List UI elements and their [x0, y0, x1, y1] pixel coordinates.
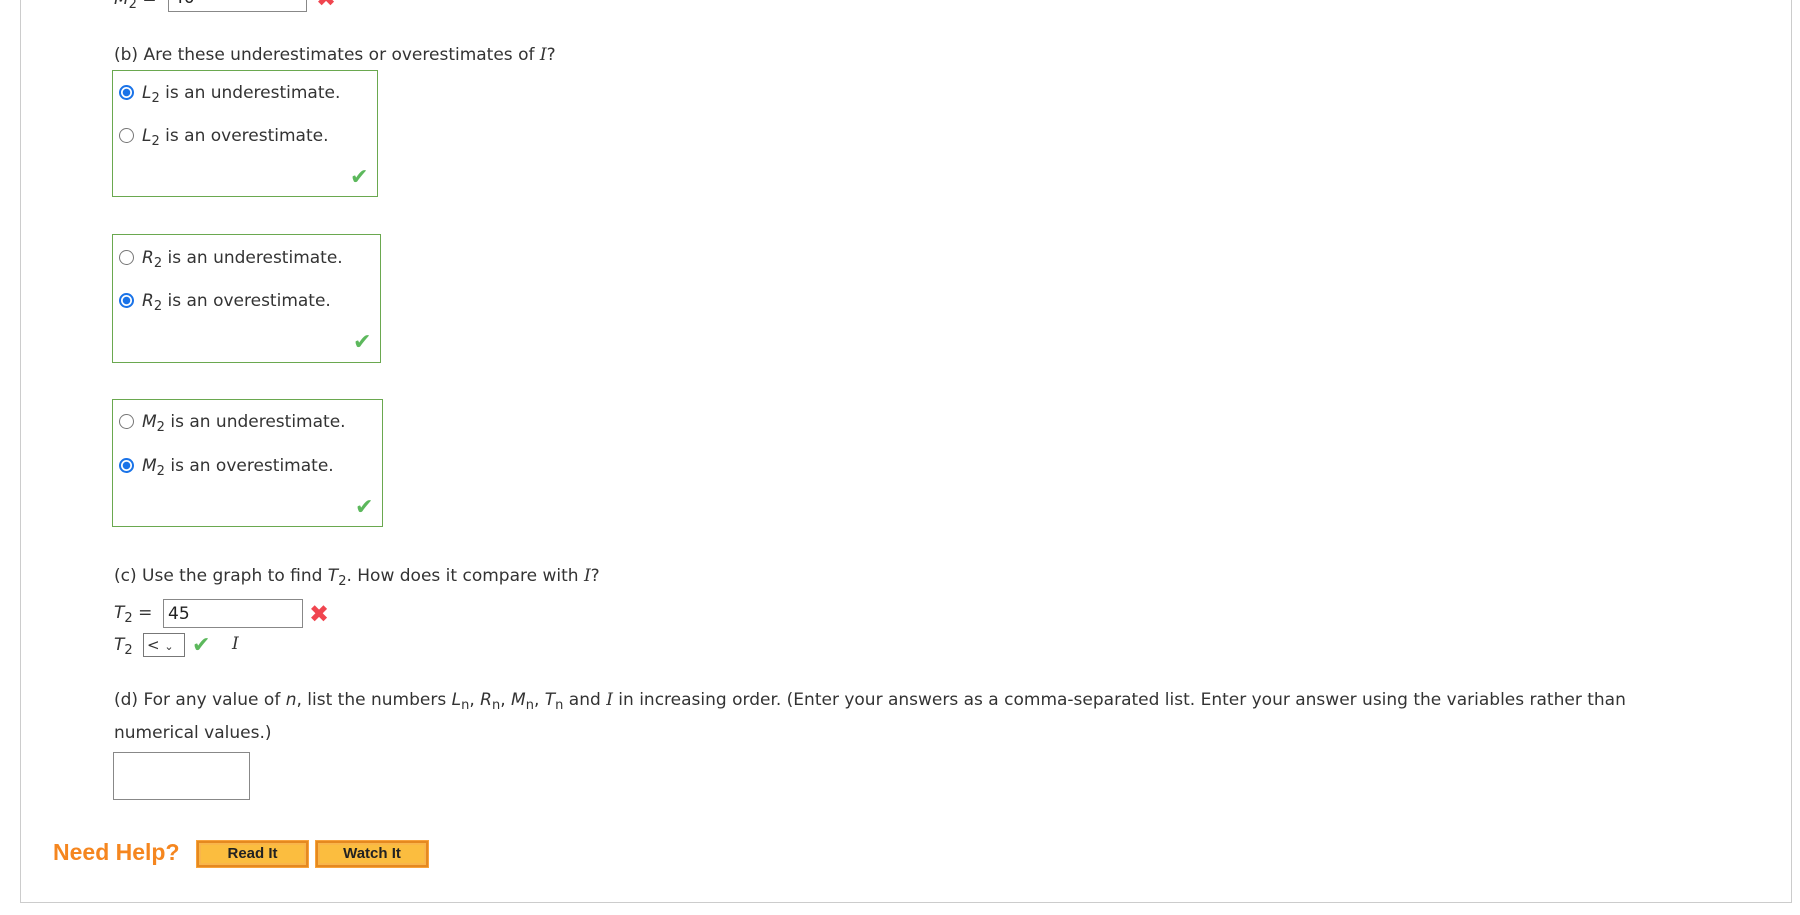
var: M: [142, 456, 157, 476]
correct-check-icon: ✔: [350, 165, 369, 190]
var: R: [142, 248, 154, 268]
var: R: [142, 291, 154, 311]
need-help-label: Need Help?: [53, 839, 180, 865]
sub: 2: [156, 464, 165, 479]
text: and: [563, 690, 607, 710]
correct-check-icon: ✔: [355, 495, 374, 520]
selected-value: <: [147, 636, 160, 654]
compare-right-var: I: [232, 634, 239, 654]
text: ?: [546, 45, 556, 65]
var: T: [544, 690, 556, 710]
radio-button-selected[interactable]: [119, 293, 134, 308]
text: in increasing order. (Enter your answers…: [612, 690, 1626, 710]
sub: 2: [156, 420, 165, 435]
sub: n: [491, 698, 501, 713]
radio-option[interactable]: R2 is an overestimate.: [119, 290, 331, 314]
sub: 2: [128, 0, 137, 12]
equals: =: [138, 603, 153, 623]
t2-input[interactable]: [163, 599, 303, 628]
correct-check-icon: ✔: [353, 330, 372, 355]
part-d-prompt-line2: numerical values.): [114, 723, 272, 743]
m2-label: M2 =: [114, 0, 157, 12]
part-b-prompt: (b) Are these underestimates or overesti…: [114, 44, 556, 66]
sub: 2: [151, 134, 160, 149]
text: (b) Are these underestimates or overesti…: [114, 45, 540, 65]
option-text: is an underestimate.: [162, 248, 343, 268]
text: , list the numbers: [296, 690, 452, 710]
compare-select[interactable]: < ⌄: [143, 633, 185, 657]
var: R: [480, 690, 492, 710]
radio-option[interactable]: L2 is an overestimate.: [119, 125, 329, 149]
var: M: [142, 412, 157, 432]
radio-option[interactable]: L2 is an underestimate.: [119, 82, 341, 106]
var: M: [511, 690, 526, 710]
sub: 2: [124, 643, 133, 658]
option-text: is an overestimate.: [159, 126, 329, 146]
read-it-button[interactable]: Read It: [196, 840, 309, 868]
var: I: [606, 690, 613, 710]
incorrect-x-icon: ✖: [309, 600, 330, 628]
radio-button[interactable]: [119, 128, 134, 143]
part-c-prompt: (c) Use the graph to find T2. How does i…: [114, 565, 600, 588]
text: ?: [590, 566, 600, 586]
radio-button[interactable]: [119, 250, 134, 265]
option-text: is an overestimate.: [162, 291, 331, 311]
text: ,: [533, 690, 545, 710]
correct-check-icon: ✔: [192, 633, 211, 658]
var: I: [583, 566, 591, 586]
incorrect-x-icon: ✖: [316, 0, 336, 10]
text: ,: [469, 690, 481, 710]
t2-compare-label: T2: [114, 634, 133, 658]
radio-group-l2: L2 is an underestimate. L2 is an overest…: [112, 70, 378, 197]
t2-label: T2 =: [114, 602, 153, 626]
text: ,: [500, 690, 512, 710]
chevron-down-icon: ⌄: [164, 640, 174, 653]
text: . How does it compare with: [346, 566, 584, 586]
var: T: [114, 635, 125, 655]
radio-option[interactable]: M2 is an underestimate.: [119, 411, 346, 435]
equals: =: [142, 0, 156, 9]
var: n: [285, 690, 297, 710]
order-answer-input[interactable]: [113, 752, 250, 800]
sub: 2: [151, 91, 160, 106]
sub: 2: [153, 256, 163, 271]
radio-option[interactable]: M2 is an overestimate.: [119, 455, 334, 479]
radio-group-r2: R2 is an underestimate. R2 is an overest…: [112, 234, 381, 363]
var: M: [114, 0, 129, 9]
var: I: [539, 45, 547, 65]
radio-button[interactable]: [119, 414, 134, 429]
text: (d) For any value of: [114, 690, 286, 710]
sub: 2: [124, 611, 133, 626]
m2-input[interactable]: [168, 0, 307, 12]
text: (c) Use the graph to find: [114, 566, 328, 586]
watch-it-button[interactable]: Watch It: [315, 840, 429, 868]
sub: n: [525, 698, 534, 713]
option-text: is an underestimate.: [164, 412, 346, 432]
radio-button-selected[interactable]: [119, 85, 134, 100]
var: L: [451, 690, 462, 710]
sub: 2: [153, 299, 163, 314]
var: T: [114, 603, 125, 623]
radio-group-m2: M2 is an underestimate. M2 is an overest…: [112, 399, 383, 527]
var: T: [327, 566, 339, 586]
radio-button-selected[interactable]: [119, 458, 134, 473]
part-d-prompt: (d) For any value of n, list the numbers…: [114, 689, 1626, 713]
option-text: is an underestimate.: [159, 83, 341, 103]
radio-option[interactable]: R2 is an underestimate.: [119, 247, 343, 271]
option-text: is an overestimate.: [164, 456, 334, 476]
